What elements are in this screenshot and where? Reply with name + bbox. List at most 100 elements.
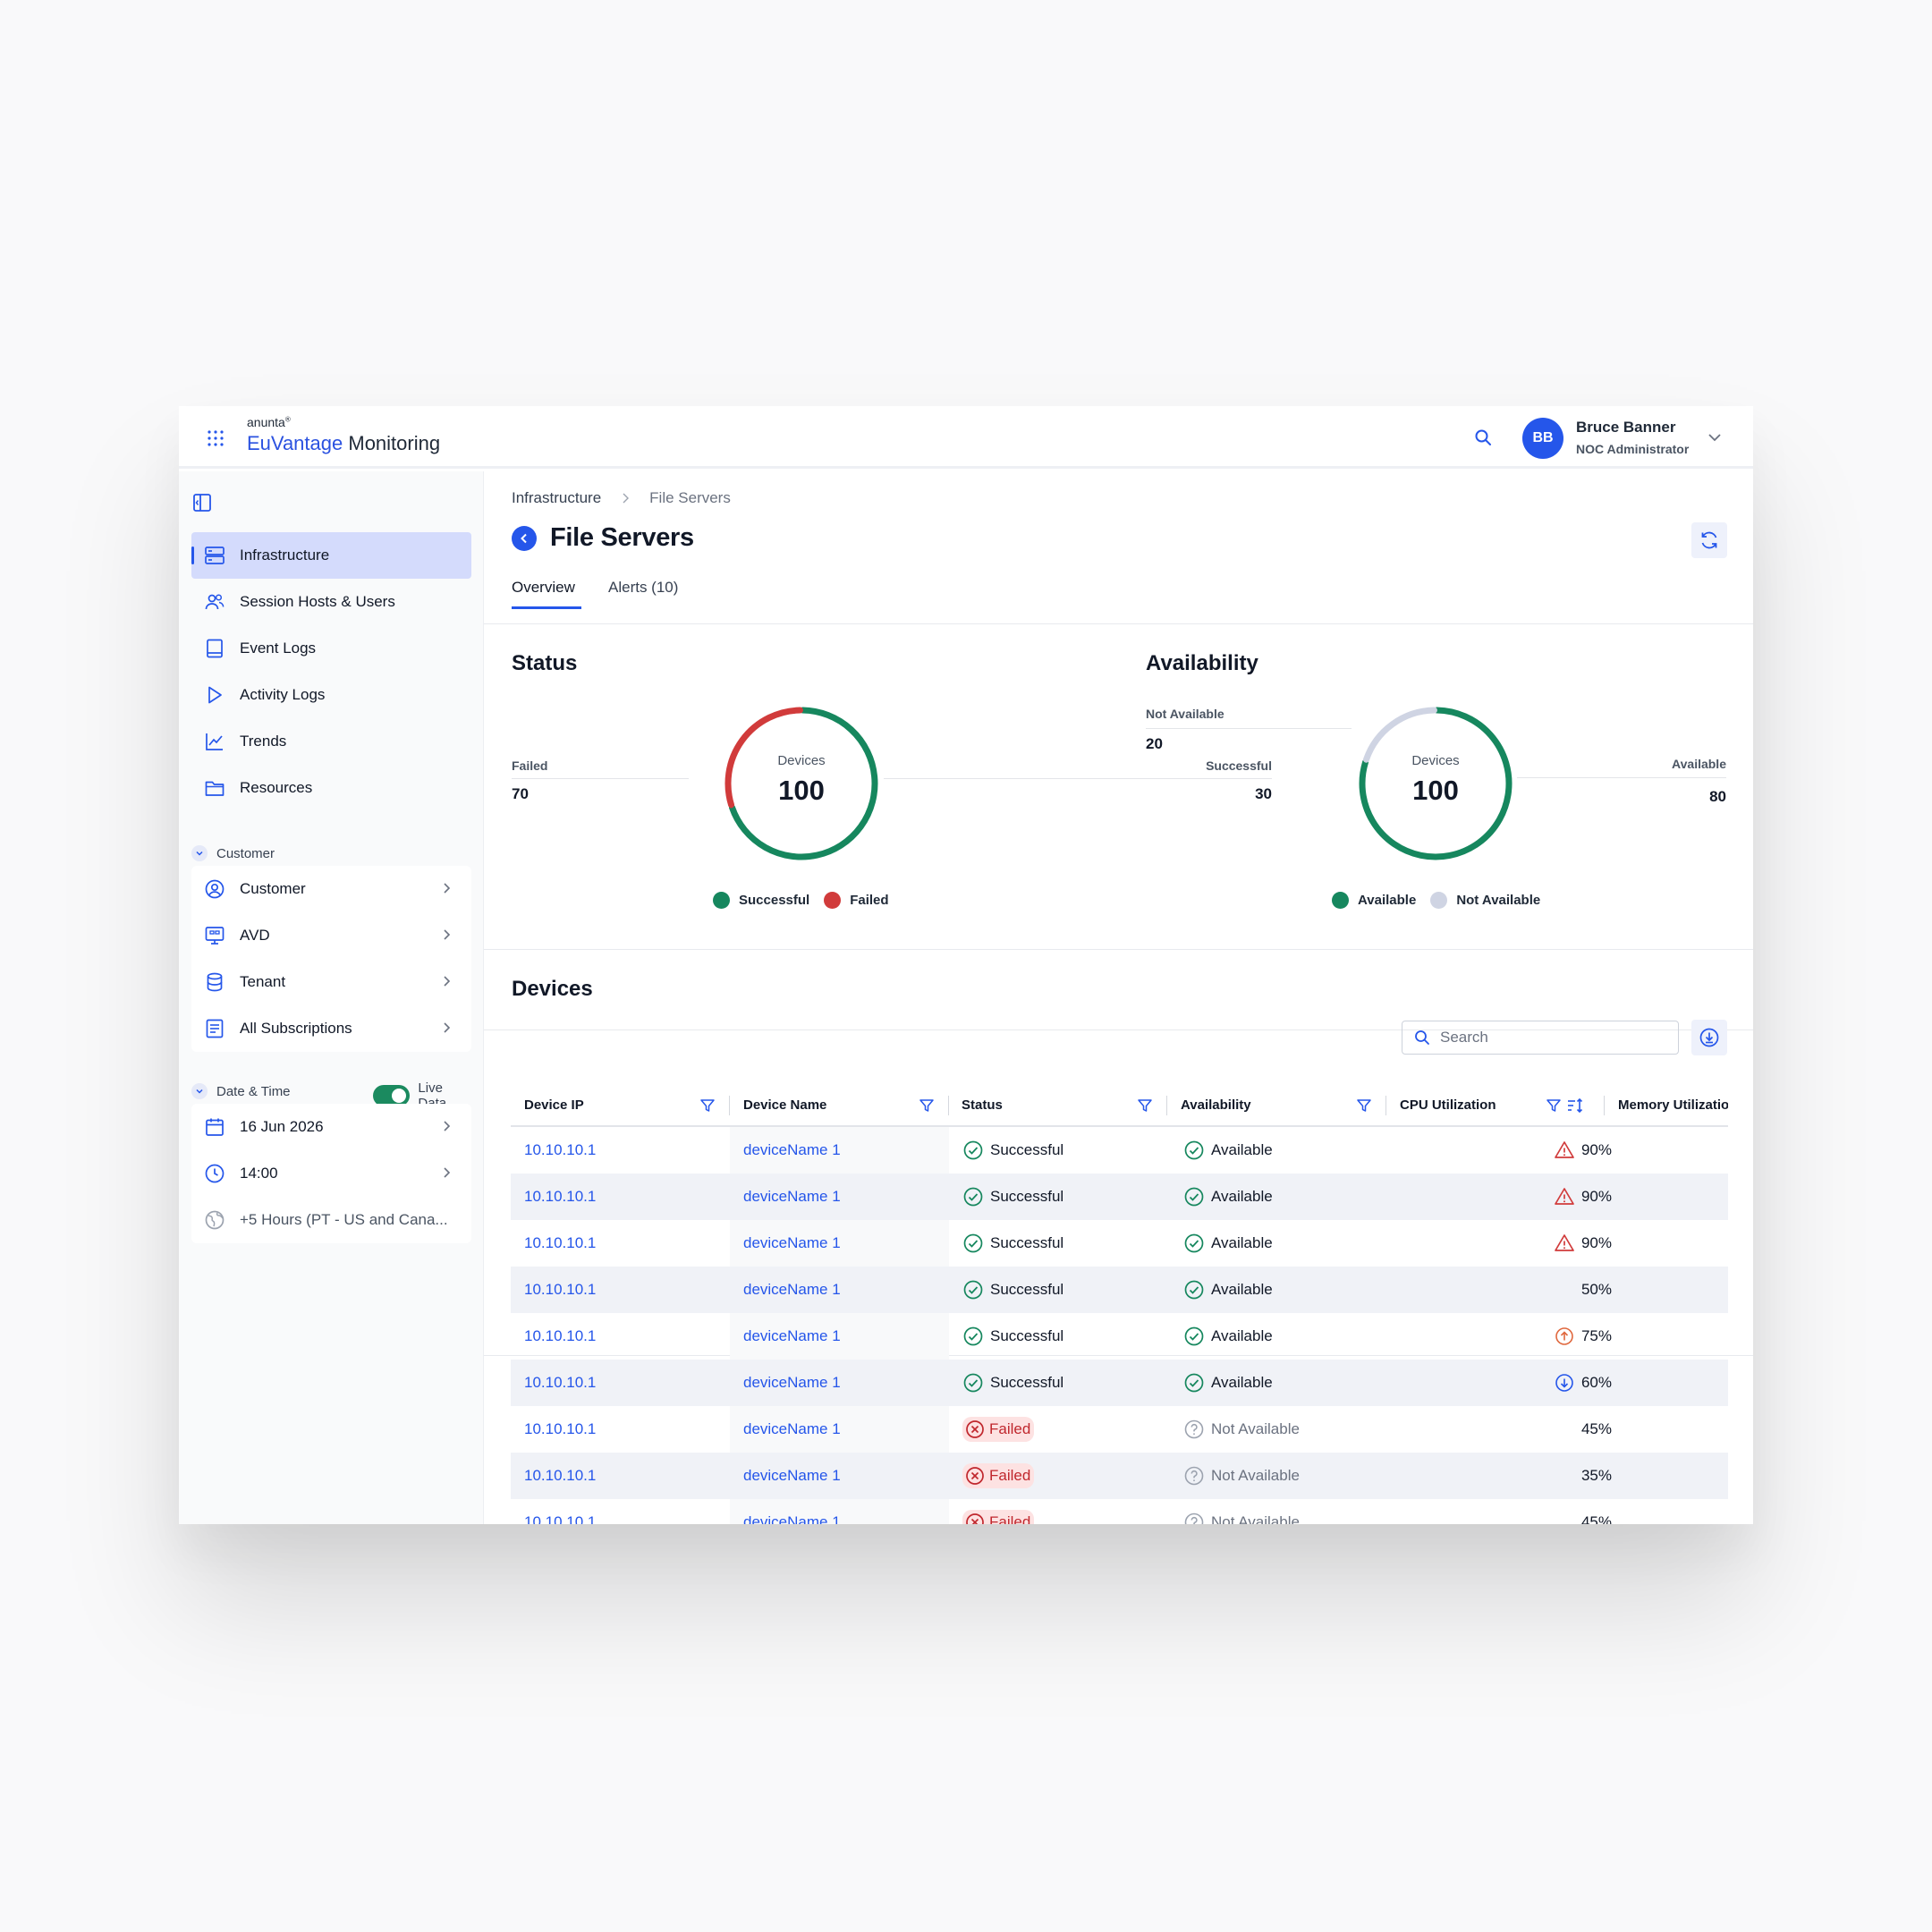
column-title: Status [962,1097,1003,1113]
column-header-availability[interactable]: Availability [1181,1085,1251,1125]
table-row[interactable]: 10.10.10.1 deviceName 1 Successful Availabl… [511,1174,1728,1220]
availability-badge: Available [1183,1360,1273,1406]
device-ip-link[interactable]: 10.10.10.1 [524,1220,596,1267]
device-name-link[interactable]: deviceName 1 [743,1360,841,1406]
table-row[interactable]: 10.10.10.1 deviceName 1 Failed Not Availabl… [511,1406,1728,1453]
availability-badge: Not Available [1183,1499,1300,1524]
cpu-utilization-cell: 35% [1504,1453,1612,1499]
column-header-cpu-utilization[interactable]: CPU Utilization [1400,1085,1496,1125]
device-ip-link[interactable]: 10.10.10.1 [524,1174,596,1220]
donut-caption: Devices [1411,753,1460,768]
legend-label: Successful [739,893,810,908]
leader-line [512,778,689,779]
table-row[interactable]: 10.10.10.1 deviceName 1 Successful Availabl… [511,1313,1728,1360]
not-available-label: Not Available [1146,707,1224,721]
availability-title: Availability [1146,651,1258,675]
check-circle-icon [963,1140,983,1160]
availability-text: Available [1211,1374,1273,1391]
status-badge: Successful [962,1127,1063,1174]
arrow-up-circle-icon [1555,1327,1573,1345]
check-circle-icon [963,1233,983,1253]
table-row[interactable]: 10.10.10.1 deviceName 1 Successful Availabl… [511,1127,1728,1174]
donut-total: 100 [778,775,825,806]
device-name-link[interactable]: deviceName 1 [743,1499,841,1524]
status-badge: Successful [962,1220,1063,1267]
device-ip-link[interactable]: 10.10.10.1 [524,1313,596,1360]
table-row[interactable]: 10.10.10.1 deviceName 1 Successful Availabl… [511,1220,1728,1267]
not-available-value: 20 [1146,735,1163,752]
cpu-utilization-cell: 50% [1504,1267,1612,1313]
filter-icon[interactable] [1356,1097,1372,1114]
help-circle-icon [1184,1513,1204,1524]
download-button[interactable] [1691,1020,1727,1055]
x-circle-icon [966,1420,984,1438]
successful-label: Successful [1206,758,1272,773]
device-name-link[interactable]: deviceName 1 [743,1453,841,1499]
donut-slice-not-available[interactable] [1363,707,1437,763]
legend-swatch-not-available [1430,892,1448,909]
column-title: Memory Utilizatio [1618,1097,1728,1113]
device-ip-link[interactable]: 10.10.10.1 [524,1127,596,1174]
status-badge: Failed [962,1453,1035,1499]
device-name-link[interactable]: deviceName 1 [743,1174,841,1220]
device-ip-link[interactable]: 10.10.10.1 [524,1453,596,1499]
device-ip-link[interactable]: 10.10.10.1 [524,1406,596,1453]
check-circle-icon [963,1326,983,1346]
cpu-value: 35% [1580,1467,1612,1484]
table-row[interactable]: 10.10.10.1 deviceName 1 Successful Availabl… [511,1360,1728,1406]
cpu-value: 60% [1580,1374,1612,1391]
table-header: Device IP Device Name Status Availabilit… [511,1085,1728,1127]
device-ip-link[interactable]: 10.10.10.1 [524,1360,596,1406]
filter-icon[interactable] [699,1097,716,1114]
search-input[interactable]: Search [1402,1021,1679,1055]
leader-line [1146,728,1352,729]
device-ip-link[interactable]: 10.10.10.1 [524,1267,596,1313]
device-name-link[interactable]: deviceName 1 [743,1220,841,1267]
failed-value: 70 [512,785,529,802]
tabs-divider [484,623,1753,624]
column-header-memory-utilization[interactable]: Memory Utilizatio [1618,1085,1728,1125]
column-header-status[interactable]: Status [962,1085,1003,1125]
sort-icon[interactable] [1566,1097,1584,1114]
status-text: Failed [989,1420,1031,1437]
availability-legend: Available Not Available [1332,892,1540,909]
status-text: Failed [989,1513,1031,1524]
column-header-device-ip[interactable]: Device IP [524,1085,584,1125]
check-circle-icon [963,1373,983,1393]
column-separator [729,1096,730,1115]
availability-badge: Available [1183,1174,1273,1220]
availability-badge: Available [1183,1127,1273,1174]
successful-value: 30 [1255,785,1272,802]
availability-badge: Available [1183,1220,1273,1267]
device-name-link[interactable]: deviceName 1 [743,1313,841,1360]
filter-icon[interactable] [919,1097,935,1114]
alert-triangle-icon [1555,1234,1574,1251]
download-icon [1699,1028,1719,1047]
column-header-device-name[interactable]: Device Name [743,1085,826,1125]
status-badge: Successful [962,1267,1063,1313]
device-name-link[interactable]: deviceName 1 [743,1267,841,1313]
cpu-value: 45% [1580,1513,1612,1524]
device-name-link[interactable]: deviceName 1 [743,1406,841,1453]
device-name-link[interactable]: deviceName 1 [743,1127,841,1174]
status-text: Successful [990,1281,1064,1298]
available-label: Available [1672,757,1726,771]
availability-badge: Not Available [1183,1453,1300,1499]
filter-icon[interactable] [1546,1097,1562,1114]
legend-swatch-available [1332,892,1349,909]
table-row[interactable]: 10.10.10.1 deviceName 1 Failed Not Availabl… [511,1453,1728,1499]
table-row[interactable]: 10.10.10.1 deviceName 1 Failed Not Availabl… [511,1499,1728,1524]
cpu-utilization-cell: 90% [1504,1220,1612,1267]
column-separator [948,1096,949,1115]
help-circle-icon [1184,1419,1204,1439]
cpu-utilization-cell: 75% [1504,1313,1612,1360]
availability-badge: Available [1183,1267,1273,1313]
filter-icon[interactable] [1137,1097,1153,1114]
table-row[interactable]: 10.10.10.1 deviceName 1 Successful Availabl… [511,1267,1728,1313]
status-badge: Successful [962,1313,1063,1360]
cpu-value: 90% [1580,1234,1612,1251]
devices-table: Device IP Device Name Status Availabilit… [511,1085,1728,1524]
device-ip-link[interactable]: 10.10.10.1 [524,1499,596,1524]
alert-triangle-icon [1555,1141,1574,1158]
app-window: anunta® EuVantage Monitoring BB Bruce Ba… [179,406,1753,1524]
